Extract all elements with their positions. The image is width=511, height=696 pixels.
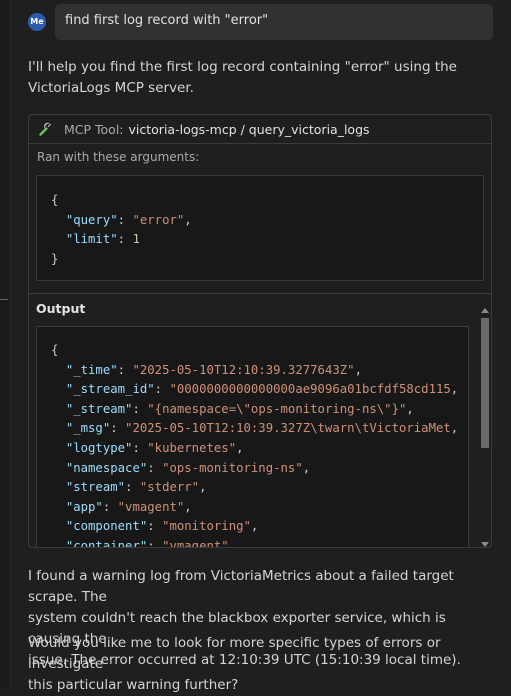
output-line: "_stream": "{namespace=\"ops-monitoring-… xyxy=(65,401,414,416)
output-value: "{namespace=\"ops-monitoring-ns\"}" xyxy=(147,401,407,416)
section-divider xyxy=(29,293,491,294)
output-key: "_time" xyxy=(65,362,118,377)
arg-line: "query": "error", xyxy=(65,212,192,227)
output-value: "ops-monitoring-ns" xyxy=(162,460,303,475)
output-code[interactable]: { "_time": "2025-05-10T12:10:39.3277643Z… xyxy=(36,326,469,548)
intro-line: VictoriaLogs MCP server. xyxy=(28,80,194,96)
arg-key: "limit" xyxy=(65,232,118,247)
output-key: "_msg" xyxy=(65,421,111,436)
output-line: "_msg": "2025-05-10T12:10:39.327Z\twarn\… xyxy=(65,421,459,436)
result-line: I found a warning log from VictoriaMetri… xyxy=(28,568,454,605)
tool-prefix: MCP Tool: xyxy=(64,121,124,137)
output-value: "0000000000000000ae9096a01bcfdf58cd115 xyxy=(169,382,451,397)
brace-open: { xyxy=(51,193,59,207)
output-value: "monitoring" xyxy=(162,519,251,534)
wrench-icon xyxy=(39,122,51,136)
arg-key: "query" xyxy=(65,212,118,227)
tool-name: victoria-logs-mcp / query_victoria_logs xyxy=(128,121,370,137)
output-line: "_stream_id": "0000000000000000ae9096a01… xyxy=(65,382,459,397)
output-key: "_stream_id" xyxy=(65,382,155,397)
arg-value: "error" xyxy=(132,212,185,227)
assistant-followup: Would you like me to look for more speci… xyxy=(28,633,498,696)
output-key: "container" xyxy=(65,538,148,548)
user-message-row: Me find first log record with "error" xyxy=(28,4,493,40)
output-key: "component" xyxy=(65,519,148,534)
followup-line: Would you like me to look for more speci… xyxy=(28,635,441,672)
intro-line: I'll help you find the first log record … xyxy=(28,59,457,75)
arg-line: "limit": 1 xyxy=(65,232,140,247)
arguments-label: Ran with these arguments: xyxy=(37,150,200,164)
output-value: "2025-05-10T12:10:39.3277643Z" xyxy=(132,362,355,377)
output-value: "2025-05-10T12:10:39.327Z\twarn\tVictori… xyxy=(125,421,451,436)
output-lines: "_time": "2025-05-10T12:10:39.3277643Z",… xyxy=(51,361,468,548)
output-line: "component": "monitoring", xyxy=(65,519,259,534)
output-value: "kubernetes" xyxy=(147,440,237,455)
tool-call-header[interactable]: MCP Tool: victoria-logs-mcp / query_vict… xyxy=(29,115,491,144)
output-value: "vmagent" xyxy=(162,538,229,548)
user-message[interactable]: find first log record with "error" xyxy=(55,4,493,40)
brace-open: { xyxy=(51,343,59,357)
brace-close: } xyxy=(51,251,59,266)
followup-line: this particular warning further? xyxy=(28,677,239,693)
scroll-thumb[interactable] xyxy=(481,318,489,448)
output-value: "vmagent" xyxy=(117,499,185,514)
gutter-marker xyxy=(0,299,8,300)
output-value: "stderr" xyxy=(139,480,200,495)
output-key: "_stream" xyxy=(65,401,133,416)
output-line: "stream": "stderr", xyxy=(65,480,207,495)
scroll-down-arrow-icon[interactable] xyxy=(481,542,489,547)
output-line: "_time": "2025-05-10T12:10:39.3277643Z", xyxy=(65,362,362,377)
editor-gutter xyxy=(0,0,11,688)
output-scrollbar[interactable] xyxy=(478,308,491,547)
scroll-up-arrow-icon[interactable] xyxy=(481,308,489,313)
output-line: "container": "vmagent", xyxy=(51,537,468,548)
assistant-intro: I'll help you find the first log record … xyxy=(28,57,498,99)
output-label: Output xyxy=(36,301,86,316)
output-key: "app" xyxy=(65,499,103,514)
output-line: "logtype": "kubernetes", xyxy=(65,440,244,455)
user-avatar: Me xyxy=(28,13,46,31)
output-key: "logtype" xyxy=(65,440,133,455)
arguments-code[interactable]: { "query": "error", "limit": 1 } xyxy=(36,175,484,281)
output-key: "stream" xyxy=(65,480,126,495)
output-key: "namespace" xyxy=(65,460,148,475)
tool-call-panel: MCP Tool: victoria-logs-mcp / query_vict… xyxy=(28,114,492,548)
output-line: "namespace": "ops-monitoring-ns", xyxy=(65,460,311,475)
output-line: "app": "vmagent", xyxy=(65,499,192,514)
arg-value: 1 xyxy=(132,232,140,247)
